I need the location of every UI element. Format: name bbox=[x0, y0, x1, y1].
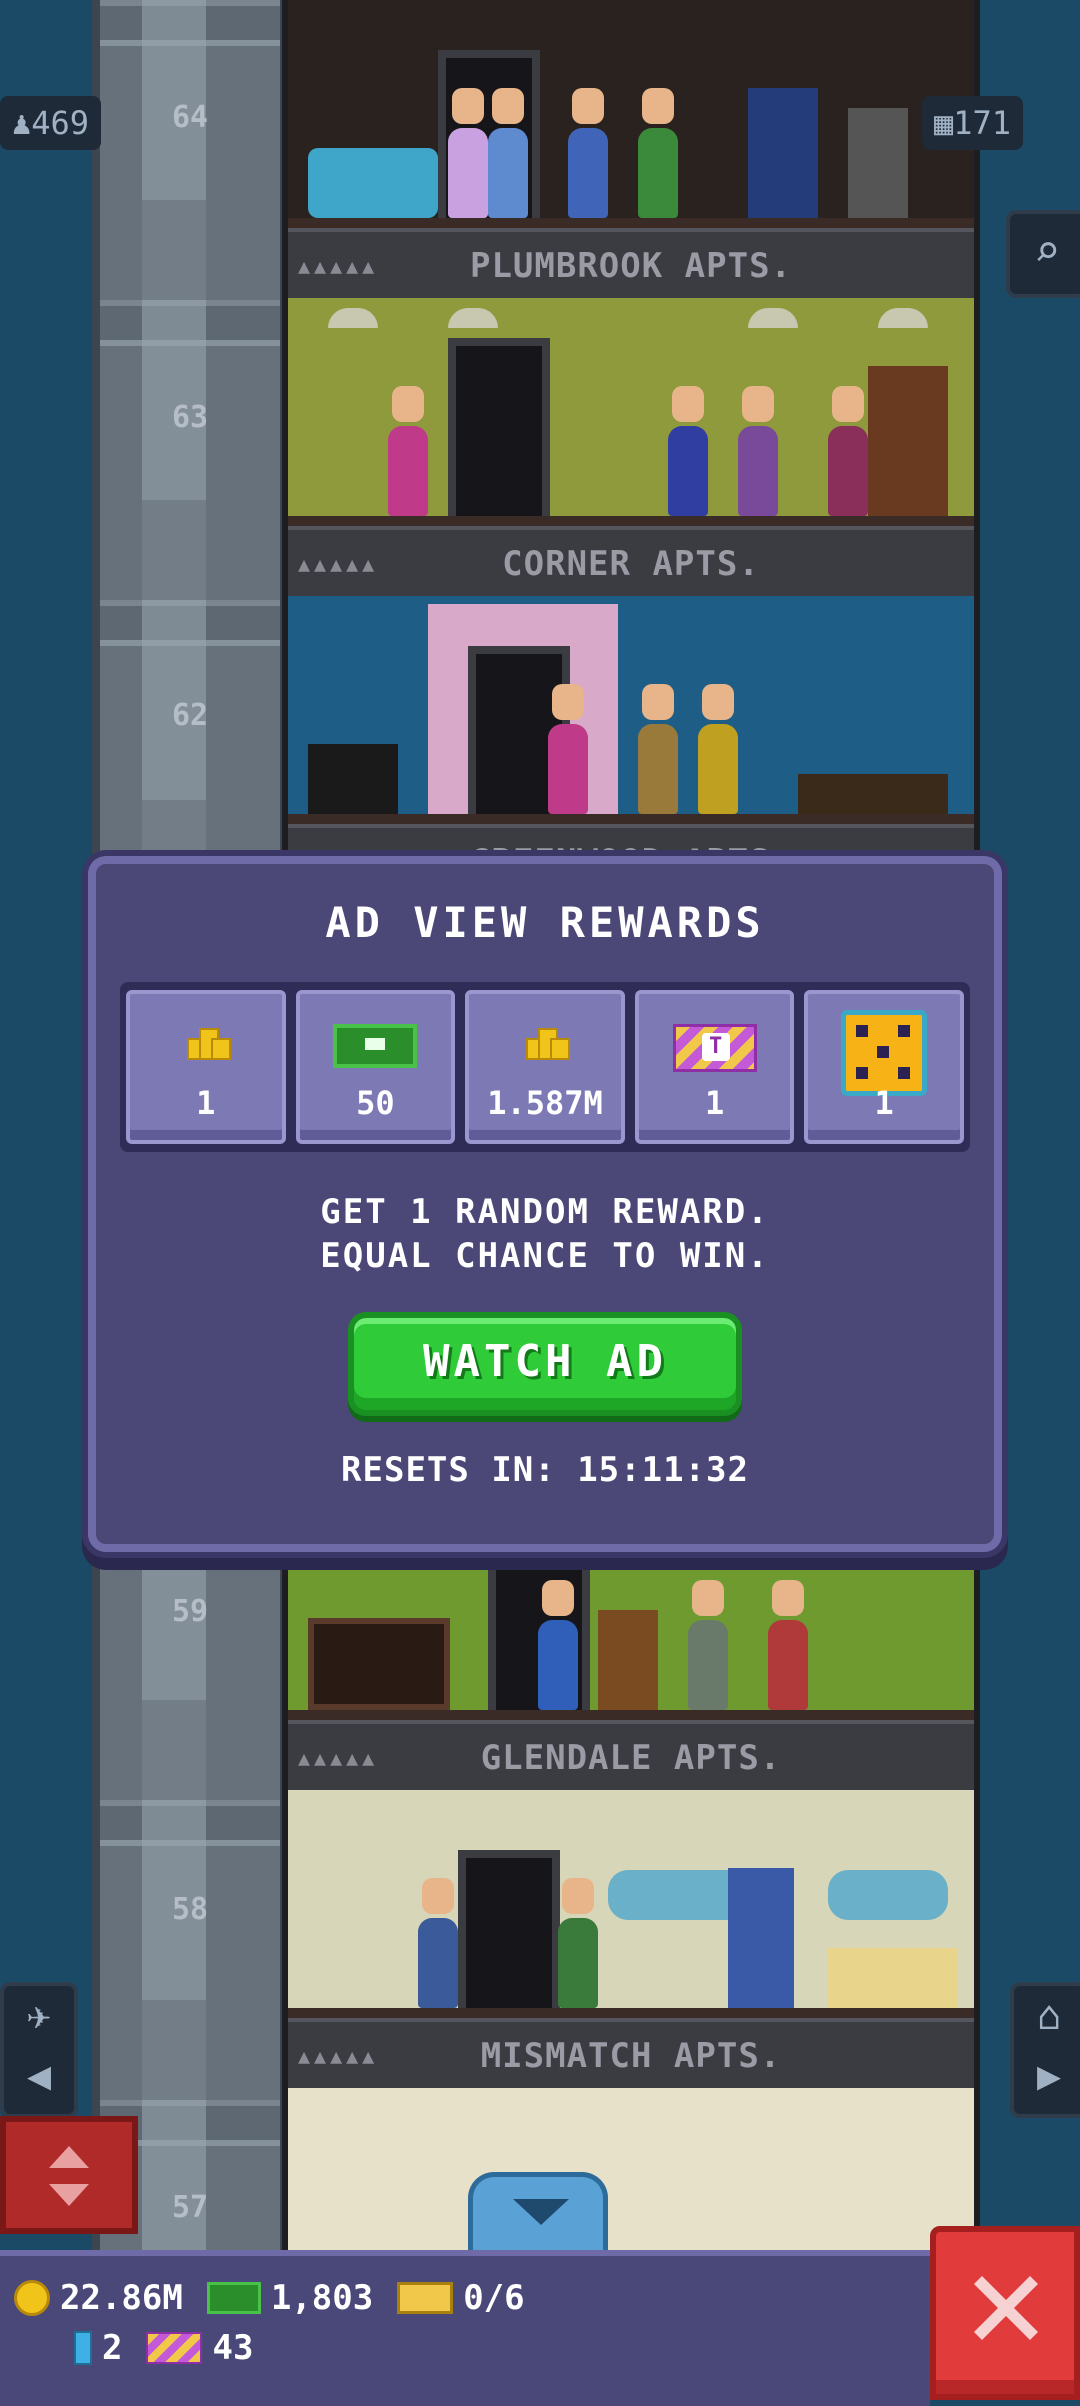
chevron-right-icon: ▶ bbox=[1036, 2053, 1062, 2099]
room-corner[interactable]: ▲▲▲▲▲ CORNER APTS. bbox=[288, 298, 974, 598]
room-mismatch[interactable]: ▲▲▲▲▲ MISMATCH APTS. bbox=[288, 1790, 974, 2090]
room-name: CORNER APTS. bbox=[502, 544, 760, 584]
up-down-arrows-icon bbox=[49, 2146, 89, 2206]
coins-value: 22.86M bbox=[60, 2278, 183, 2318]
close-icon bbox=[974, 2276, 1038, 2340]
tickets-value: 43 bbox=[212, 2328, 254, 2368]
chevron-left-icon: ◀ bbox=[26, 2053, 52, 2099]
plane-icon: ✈ bbox=[26, 1993, 52, 2039]
floor-number: 63 bbox=[171, 400, 209, 435]
vip-left-button[interactable]: ✈ ◀ bbox=[0, 1982, 78, 2118]
coin-icon bbox=[14, 2280, 50, 2316]
reward-tile: 1 bbox=[126, 990, 286, 1144]
room-greenwood[interactable]: ▲▲▲▲▲ GREENWOOD APTS. bbox=[288, 596, 974, 896]
search-icon: ⌕ bbox=[1033, 226, 1061, 277]
reward-tile: T 1 bbox=[634, 990, 795, 1144]
room-name: GLENDALE APTS. bbox=[480, 1738, 782, 1778]
search-button[interactable]: ⌕ bbox=[1006, 210, 1080, 298]
golden-ticket-icon bbox=[397, 2282, 454, 2314]
lobby-right-button[interactable]: ⌂ ▶ bbox=[1010, 1982, 1080, 2118]
bits-value: 2 bbox=[102, 2328, 123, 2368]
scroll-down-tab[interactable] bbox=[468, 2172, 608, 2250]
reward-description-line2: EQUAL CHANCE TO WIN. bbox=[320, 1236, 770, 1276]
reward-amount: 1.587M bbox=[487, 1084, 603, 1122]
reward-tile: 1 bbox=[804, 990, 964, 1144]
bux-value: 1,803 bbox=[270, 2278, 374, 2318]
reward-amount: 1 bbox=[196, 1084, 216, 1122]
floor-number: 59 bbox=[171, 1594, 209, 1629]
room-partial[interactable] bbox=[288, 2088, 974, 2260]
watch-ad-button[interactable]: WATCH AD bbox=[348, 1312, 742, 1416]
reward-amount: 50 bbox=[356, 1084, 395, 1122]
close-button[interactable] bbox=[930, 2226, 1080, 2400]
bit-icon bbox=[74, 2331, 92, 2365]
floor-number: 64 bbox=[171, 100, 209, 135]
building-icon: ▦ bbox=[934, 104, 954, 142]
reset-timer: RESETS IN: 15:11:32 bbox=[341, 1450, 749, 1490]
ad-rewards-dialog: AD VIEW REWARDS 1 50 1.587M T 1 1 GET 1 … bbox=[88, 856, 1002, 1552]
reward-amount: 1 bbox=[704, 1084, 725, 1122]
elevator-button[interactable] bbox=[0, 2116, 138, 2234]
floor-number: 62 bbox=[171, 698, 209, 733]
reward-tile: 1.587M bbox=[465, 990, 625, 1144]
coins-icon bbox=[183, 1024, 231, 1060]
chevron-down-icon bbox=[513, 2199, 569, 2225]
home-icon: ⌂ bbox=[1036, 1993, 1062, 2039]
ticket-icon bbox=[146, 2332, 203, 2364]
coins-icon bbox=[522, 1024, 570, 1060]
reward-tile: 50 bbox=[295, 990, 456, 1144]
room-plumbrook[interactable]: ▲▲▲▲▲ PLUMBROOK APTS. bbox=[288, 0, 974, 300]
rewards-list: 1 50 1.587M T 1 1 bbox=[120, 982, 970, 1152]
population-counter: ♟469 bbox=[0, 96, 102, 150]
golden-tickets-value: 0/6 bbox=[463, 2278, 525, 2318]
floor-counter: ▦171 bbox=[922, 96, 1024, 150]
bux-icon bbox=[333, 1024, 418, 1068]
reward-description-line1: GET 1 RANDOM REWARD. bbox=[320, 1192, 770, 1232]
room-name: MISMATCH APTS. bbox=[480, 2036, 782, 2076]
reward-amount: 1 bbox=[874, 1084, 894, 1122]
ticket-icon: T bbox=[672, 1024, 757, 1072]
dialog-title: AD VIEW REWARDS bbox=[325, 898, 765, 947]
population-icon: ♟ bbox=[12, 104, 32, 142]
floor-number: 57 bbox=[171, 2190, 209, 2225]
room-name: PLUMBROOK APTS. bbox=[469, 246, 793, 286]
currency-hud: 22.86M 1,803 0/6 2 43 bbox=[0, 2250, 930, 2406]
bux-icon bbox=[206, 2282, 261, 2314]
floor-number: 58 bbox=[171, 1892, 209, 1927]
